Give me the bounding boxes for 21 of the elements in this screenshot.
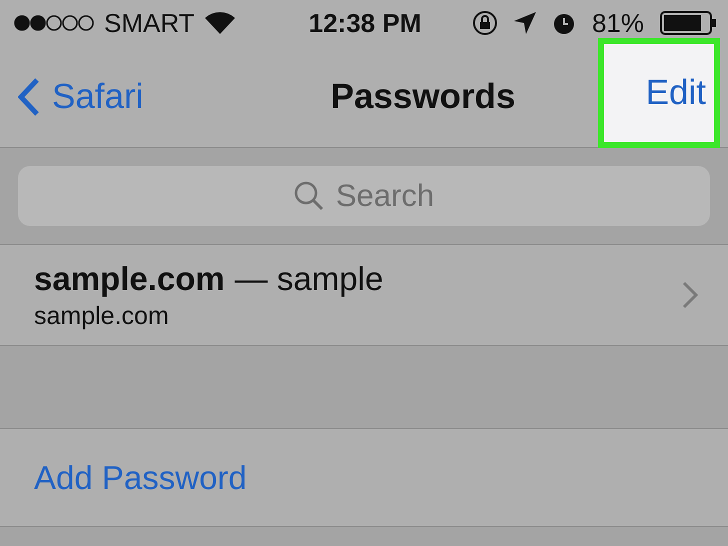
site-name: sample.com [34,260,225,298]
carrier-name: SMART [104,8,195,38]
back-button[interactable]: Safari [0,76,248,116]
location-arrow-icon [514,12,536,34]
username: — sample [234,260,384,298]
password-row[interactable]: sample.com — sample sample.com [0,245,728,346]
search-icon [294,181,324,211]
screen-title: Passwords [330,76,516,116]
wifi-icon [204,12,235,34]
rotation-lock-icon [472,10,498,36]
site-detail: sample.com [34,302,170,330]
battery-icon [660,11,716,35]
chevron-right-icon [682,281,698,309]
edit-button[interactable]: Edit [598,38,720,148]
status-time: 12:38 PM [308,8,422,38]
add-password-link[interactable]: Add Password [34,458,247,496]
signal-strength-icon [14,14,94,32]
battery-percentage: 81% [592,8,644,38]
search-field[interactable]: Search [18,166,710,226]
alarm-clock-icon [552,11,576,35]
back-chevron-icon [18,78,40,116]
